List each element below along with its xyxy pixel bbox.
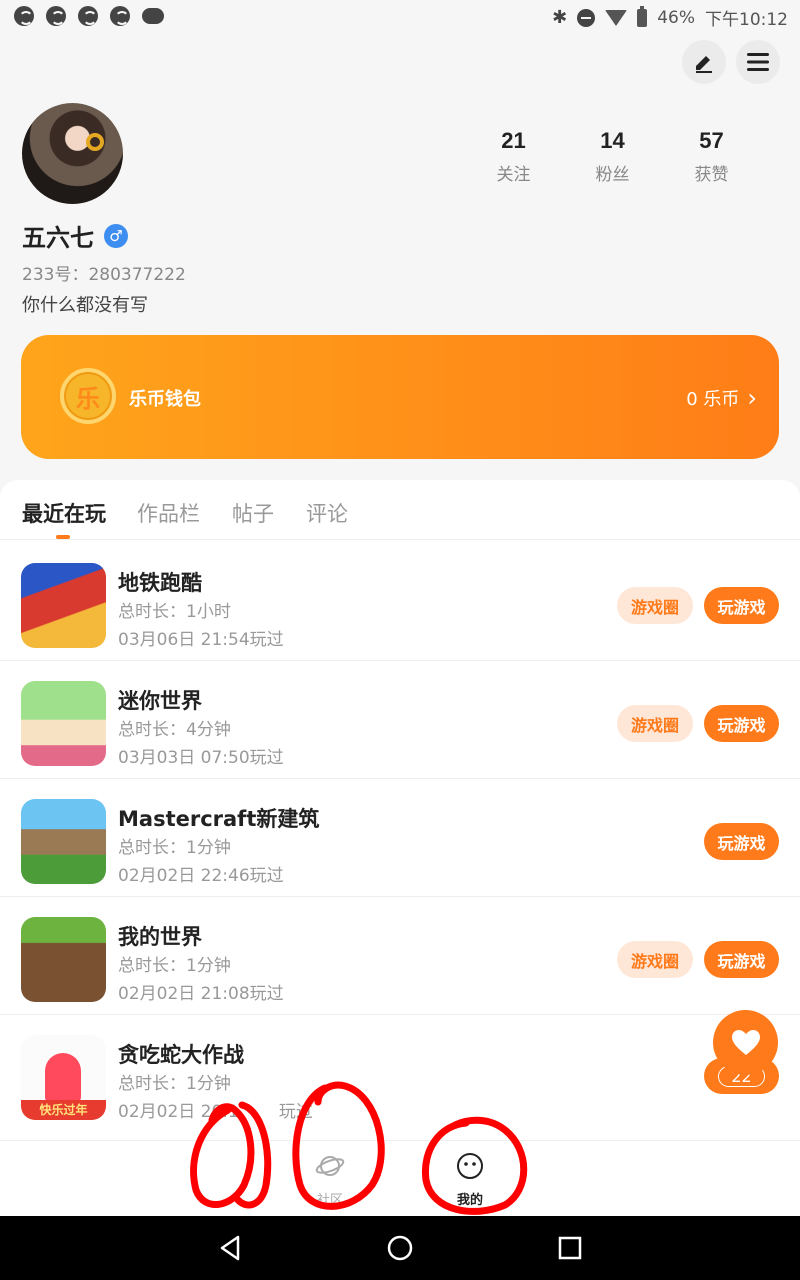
cloud-icon — [142, 8, 164, 24]
snake-character — [45, 1053, 81, 1103]
system-indicators: ✱ 46% 下午10:12 — [552, 5, 788, 30]
male-gender-icon: ♂ — [104, 223, 128, 248]
like-button[interactable] — [713, 1010, 778, 1075]
stat-value: 14 — [600, 128, 625, 153]
minecraft-game-icon — [21, 917, 106, 1002]
game-duration: 总时长：1小时 — [118, 602, 231, 622]
mini-world-game-icon — [21, 681, 106, 766]
stat-label: 粉丝 — [595, 165, 630, 185]
profile-stats: 21 关注 14 粉丝 57 获赞 — [464, 128, 764, 185]
tab-comments[interactable]: 评论 — [306, 498, 348, 528]
game-row-mastercraft[interactable]: Mastercraft新建筑 总时长：1分钟 02月02日 22:46玩过 玩游… — [0, 779, 800, 897]
nav-mine-label: 我的 — [456, 1193, 483, 1208]
home-icon[interactable] — [386, 1234, 414, 1262]
tab-works[interactable]: 作品栏 — [137, 498, 200, 528]
edit-pencil-icon — [696, 56, 712, 73]
game-last-played: 03月06日 21:54玩过 — [118, 630, 284, 650]
tab-posts[interactable]: 帖子 — [232, 498, 274, 528]
bluetooth-icon: ✱ — [552, 7, 568, 28]
game-title: 我的世界 — [118, 925, 202, 949]
game-title: Mastercraft新建筑 — [118, 807, 320, 831]
game-title: 地铁跑酷 — [118, 571, 202, 595]
system-navigation-bar — [0, 1216, 800, 1280]
game-last-played: 03月03日 07:50玩过 — [118, 748, 284, 768]
game-row-subway-surfers[interactable]: 地铁跑酷 总时长：1小时 03月06日 21:54玩过 游戏圈 玩游戏 — [0, 543, 800, 661]
user-bio: 你什么都没有写 — [22, 295, 148, 316]
game-duration: 总时长：1分钟 — [118, 1074, 231, 1094]
battery-icon — [637, 5, 648, 27]
battery-percent: 46% — [657, 7, 695, 28]
stat-label: 关注 — [496, 165, 531, 185]
edit-profile-button[interactable] — [682, 40, 726, 84]
play-game-button[interactable]: 玩游戏 — [704, 587, 779, 624]
content-panel: 最近在玩 作品栏 帖子 评论 地铁跑酷 总时长：1小时 03月06日 21:54… — [0, 480, 800, 1216]
game-title: 迷你世界 — [118, 689, 202, 713]
stat-value: 57 — [699, 128, 724, 153]
game-duration: 总时长：1分钟 — [118, 838, 231, 858]
snake-game-icon: 快乐过年 — [21, 1035, 106, 1120]
stat-value: 21 — [501, 128, 526, 153]
wallet-balance: 0 乐币 › — [686, 385, 757, 411]
menu-icon — [747, 53, 769, 71]
user-id: 233号：280377222 — [22, 265, 186, 285]
clock: 下午10:12 — [705, 10, 788, 30]
game-last-played: 02月02日 22:46玩过 — [118, 866, 284, 886]
nickname-row: 五六七 ♂ — [22, 218, 128, 253]
nav-mine[interactable]: 我的 — [430, 1151, 510, 1208]
mastercraft-game-icon — [21, 799, 106, 884]
game-circle-button[interactable]: 游戏圈 — [617, 587, 693, 624]
tab-recently-played[interactable]: 最近在玩 — [22, 498, 106, 528]
app-notify-icon — [46, 6, 66, 26]
headphones-detail — [86, 133, 104, 151]
game-last-played: 02月02日 21:08玩过 — [118, 984, 284, 1004]
notification-icons — [14, 6, 164, 26]
tab-indicator — [56, 535, 70, 539]
game-row-snake[interactable]: 快乐过年 贪吃蛇大作战 总时长：1分钟 02月02日 20:1 玩过 — [0, 1015, 800, 1141]
status-bar: ✱ 46% 下午10:12 — [0, 0, 800, 34]
game-row-mini-world[interactable]: 迷你世界 总时长：4分钟 03月03日 07:50玩过 游戏圈 玩游戏 — [0, 661, 800, 779]
menu-button[interactable] — [736, 40, 780, 84]
subway-surfers-game-icon — [21, 563, 106, 648]
wallet-label: 乐币钱包 — [129, 389, 201, 410]
wallet-balance-value: 0 乐币 — [686, 389, 740, 410]
stat-likes[interactable]: 57 获赞 — [662, 128, 761, 185]
game-last-played-tail: 玩过 — [278, 1102, 313, 1122]
game-row-minecraft[interactable]: 我的世界 总时长：1分钟 02月02日 21:08玩过 游戏圈 玩游戏 — [0, 897, 800, 1015]
game-circle-button[interactable]: 游戏圈 — [617, 705, 693, 742]
game-duration: 总时长：1分钟 — [118, 956, 231, 976]
nav-community[interactable]: 社区 — [290, 1151, 370, 1208]
smiley-face-icon — [457, 1153, 483, 1179]
stat-following[interactable]: 21 关注 — [464, 128, 563, 185]
game-circle-button[interactable]: 游戏圈 — [617, 941, 693, 978]
bottom-navigation: 社区 我的 — [0, 1140, 800, 1216]
heart-icon — [731, 1029, 760, 1055]
game-last-played: 02月02日 20:1 玩过 — [118, 1097, 313, 1122]
chevron-right-icon: › — [747, 384, 757, 412]
recents-icon[interactable] — [556, 1234, 584, 1262]
play-game-button[interactable]: 玩游戏 — [704, 705, 779, 742]
wifi-icon — [605, 9, 628, 26]
le-coin-icon: 乐 — [60, 368, 116, 424]
app-notify-icon — [14, 6, 34, 26]
app-notify-icon — [78, 6, 98, 26]
game-title: 贪吃蛇大作战 — [118, 1043, 244, 1067]
nickname: 五六七 — [22, 224, 94, 252]
avatar[interactable] — [22, 103, 123, 204]
snake-icon-banner: 快乐过年 — [21, 1100, 106, 1120]
play-game-button[interactable]: 玩游戏 — [704, 941, 779, 978]
wallet-card[interactable]: 乐 乐币钱包 0 乐币 › — [21, 335, 779, 459]
stat-label: 获赞 — [694, 165, 729, 185]
game-duration: 总时长：4分钟 — [118, 720, 231, 740]
app-notify-icon — [110, 6, 130, 26]
planet-icon — [315, 1156, 345, 1176]
game-last-played-text: 02月02日 20:1 — [118, 1102, 239, 1122]
profile-tabs: 最近在玩 作品栏 帖子 评论 — [0, 480, 800, 540]
stat-followers[interactable]: 14 粉丝 — [563, 128, 662, 185]
back-icon[interactable] — [216, 1234, 244, 1262]
play-game-button[interactable]: 玩游戏 — [704, 823, 779, 860]
do-not-disturb-icon — [577, 8, 596, 27]
nav-community-label: 社区 — [316, 1193, 343, 1208]
